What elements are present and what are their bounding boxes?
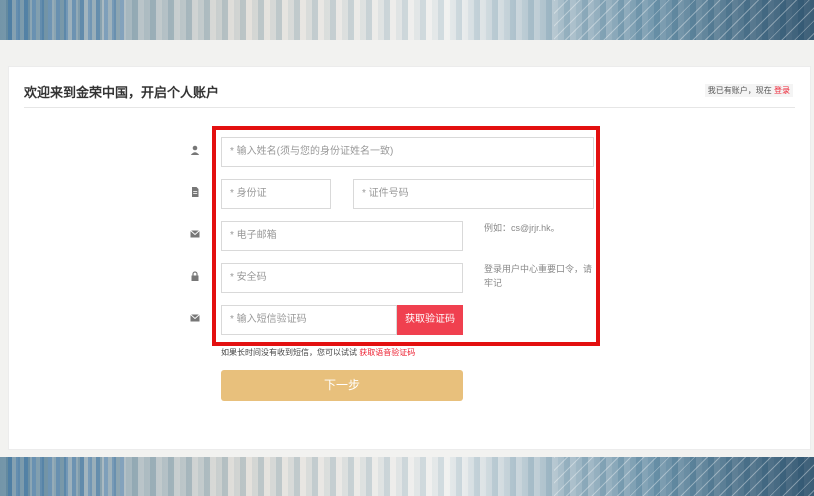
user-icon xyxy=(190,145,200,155)
banner-lines-decoration xyxy=(554,0,814,40)
title-divider xyxy=(24,107,795,108)
id-card-icon xyxy=(190,187,200,197)
envelope-icon xyxy=(190,229,200,239)
sms-note-text: 如果长时间没有收到短信，您可以试试 xyxy=(221,348,357,357)
highlight-frame xyxy=(212,126,600,346)
bottom-banner-image xyxy=(0,457,814,496)
lock-icon xyxy=(190,271,200,281)
envelope-icon xyxy=(190,313,200,323)
page-title: 欢迎来到金荣中国，开启个人账户 xyxy=(24,85,220,100)
banner-chart-decoration xyxy=(8,457,128,496)
banner-lines-decoration xyxy=(554,457,814,496)
login-hint: 我已有账户，现在 登录 xyxy=(704,84,793,97)
sms-note: 如果长时间没有收到短信，您可以试试 获取语音验证码 xyxy=(221,347,415,358)
login-prefix: 我已有账户，现在 xyxy=(707,86,772,95)
banner-chart-decoration xyxy=(8,0,128,40)
next-step-button[interactable]: 下一步 xyxy=(221,370,463,401)
top-banner-image xyxy=(0,0,814,40)
login-link[interactable]: 登录 xyxy=(774,86,790,95)
voice-code-link[interactable]: 获取语音验证码 xyxy=(359,348,415,357)
